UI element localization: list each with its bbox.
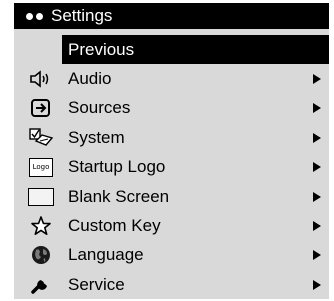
menu-item-sources[interactable]: Sources	[14, 94, 329, 123]
menu-dots-icon	[26, 12, 43, 20]
blank-screen-icon	[28, 186, 54, 208]
submenu-arrow-icon	[313, 132, 321, 143]
submenu-arrow-icon	[313, 221, 321, 232]
speaker-icon	[28, 68, 54, 90]
submenu-arrow-icon	[313, 250, 321, 261]
submenu-arrow-icon	[313, 162, 321, 173]
menu-item-label: System	[68, 127, 125, 147]
menu-item-audio[interactable]: Audio	[14, 64, 329, 93]
submenu-arrow-icon	[313, 191, 321, 202]
star-icon	[28, 215, 54, 237]
menu-title-bar: Settings	[14, 3, 329, 29]
menu-item-label: Sources	[68, 98, 131, 118]
system-checklist-icon	[28, 127, 54, 149]
submenu-arrow-icon	[313, 74, 321, 85]
wrench-icon	[28, 274, 54, 296]
menu-item-blank-screen[interactable]: Blank Screen	[14, 182, 329, 211]
menu-list: Previous Audio Sources System Logo Start…	[14, 35, 329, 300]
menu-item-label: Language	[68, 245, 144, 265]
sources-input-icon	[28, 97, 54, 119]
menu-item-label: Audio	[68, 69, 112, 89]
menu-item-label: Previous	[68, 39, 135, 59]
globe-icon	[28, 244, 54, 266]
menu-item-label: Blank Screen	[68, 186, 170, 206]
menu-item-language[interactable]: Language	[14, 241, 329, 270]
menu-item-label: Service	[68, 274, 125, 294]
logo-icon-text: Logo	[29, 157, 53, 177]
menu-item-system[interactable]: System	[14, 123, 329, 152]
submenu-arrow-icon	[313, 279, 321, 290]
menu-title: Settings	[51, 6, 113, 25]
menu-item-previous[interactable]: Previous	[62, 35, 329, 65]
settings-menu-panel: Settings Previous Audio Sources System L…	[14, 3, 329, 299]
menu-item-label: Custom Key	[68, 216, 161, 236]
menu-item-service[interactable]: Service	[14, 270, 329, 299]
submenu-arrow-icon	[313, 103, 321, 114]
menu-item-startup-logo[interactable]: Logo Startup Logo	[14, 153, 329, 182]
menu-item-label: Startup Logo	[68, 157, 166, 177]
logo-icon: Logo	[28, 156, 54, 178]
menu-item-custom-key[interactable]: Custom Key	[14, 211, 329, 240]
